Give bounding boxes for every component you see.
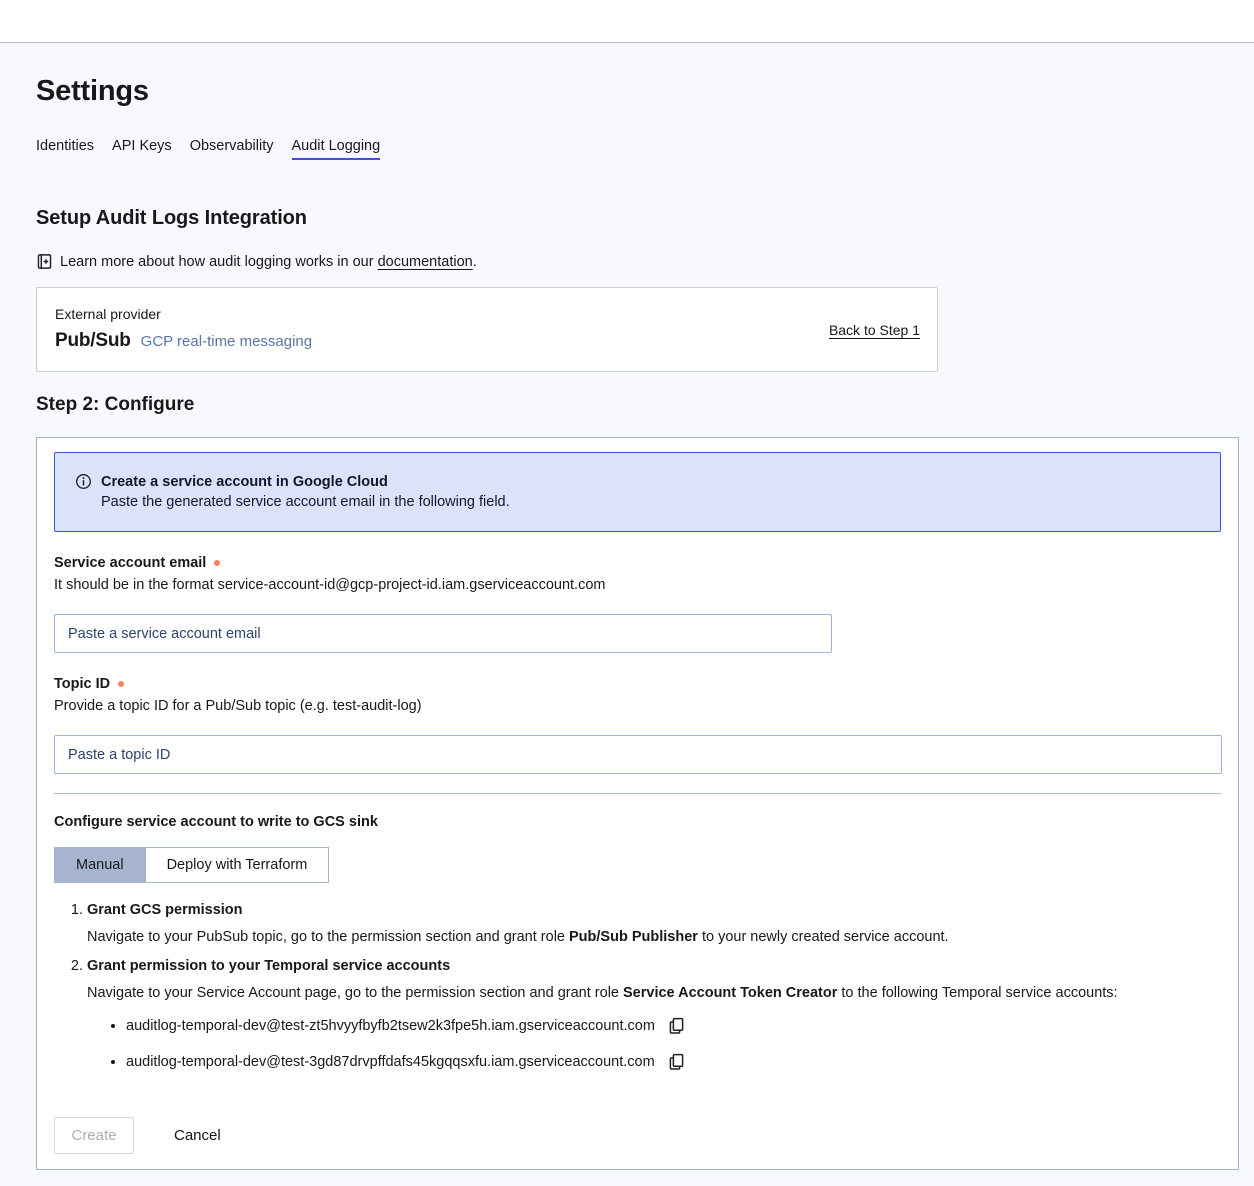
list-item: auditlog-temporal-dev@test-zt5hvyyfbyfb2… bbox=[126, 1016, 1221, 1036]
provider-name: Pub/Sub bbox=[55, 330, 131, 352]
external-provider-card: External provider Pub/Sub GCP real-time … bbox=[36, 287, 938, 372]
learn-more-text: Learn more about how audit logging works… bbox=[60, 254, 477, 270]
learn-more-row: Learn more about how audit logging works… bbox=[36, 253, 1254, 270]
temporal-service-accounts-list: auditlog-temporal-dev@test-zt5hvyyfbyfb2… bbox=[54, 1016, 1221, 1072]
topic-id-label-row: Topic ID bbox=[54, 675, 1221, 693]
tab-identities[interactable]: Identities bbox=[36, 138, 94, 160]
section-title: Setup Audit Logs Integration bbox=[36, 206, 1254, 231]
settings-tabs: Identities API Keys Observability Audit … bbox=[36, 138, 1254, 160]
create-button[interactable]: Create bbox=[54, 1117, 134, 1154]
provider-name-row: Pub/Sub GCP real-time messaging bbox=[55, 330, 919, 352]
step-2-item-title: Grant permission to your Temporal servic… bbox=[87, 956, 1221, 976]
step-1-body: Navigate to your PubSub topic, go to the… bbox=[87, 927, 1221, 947]
service-account-email-input[interactable] bbox=[54, 614, 832, 653]
deploy-method-tabs: Manual Deploy with Terraform bbox=[54, 847, 329, 883]
step-2-configure-card: Create a service account in Google Cloud… bbox=[36, 437, 1239, 1170]
service-account-email: auditlog-temporal-dev@test-zt5hvyyfbyfb2… bbox=[126, 1016, 655, 1036]
info-alert: Create a service account in Google Cloud… bbox=[54, 452, 1221, 532]
tab-audit-logging[interactable]: Audit Logging bbox=[292, 138, 381, 160]
service-account-email: auditlog-temporal-dev@test-3gd87drvpffda… bbox=[126, 1052, 655, 1072]
step-1-title: Grant GCS permission bbox=[87, 900, 1221, 920]
tab-manual[interactable]: Manual bbox=[55, 848, 145, 882]
topic-id-label: Topic ID bbox=[54, 675, 110, 693]
list-item: auditlog-temporal-dev@test-3gd87drvpffda… bbox=[126, 1052, 1221, 1072]
configure-gcs-heading: Configure service account to write to GC… bbox=[54, 813, 1221, 832]
info-alert-title: Create a service account in Google Cloud bbox=[101, 472, 510, 492]
back-to-step-1-link[interactable]: Back to Step 1 bbox=[829, 322, 920, 338]
tab-observability[interactable]: Observability bbox=[190, 138, 274, 160]
list-item: Grant permission to your Temporal servic… bbox=[87, 956, 1221, 1003]
tab-api-keys[interactable]: API Keys bbox=[112, 138, 172, 160]
copy-button[interactable] bbox=[668, 1017, 685, 1035]
provider-description: GCP real-time messaging bbox=[141, 333, 312, 350]
service-account-email-helper: It should be in the format service-accou… bbox=[54, 576, 1221, 595]
provider-label: External provider bbox=[55, 305, 919, 323]
section-divider bbox=[54, 793, 1221, 794]
info-circle-icon bbox=[75, 473, 92, 495]
cancel-button[interactable]: Cancel bbox=[168, 1126, 227, 1145]
tab-deploy-with-terraform[interactable]: Deploy with Terraform bbox=[145, 848, 329, 882]
top-bar bbox=[0, 0, 1254, 43]
list-item: Grant GCS permission Navigate to your Pu… bbox=[87, 900, 1221, 947]
required-dot-icon bbox=[118, 681, 124, 687]
service-account-email-label-row: Service account email bbox=[54, 554, 1221, 572]
info-alert-text: Create a service account in Google Cloud… bbox=[101, 472, 510, 512]
step-2-title: Step 2: Configure bbox=[36, 393, 1254, 417]
topic-id-input[interactable] bbox=[54, 735, 1222, 774]
page-title: Settings bbox=[36, 73, 1254, 109]
copy-button[interactable] bbox=[668, 1053, 685, 1071]
form-actions: Create Cancel bbox=[54, 1117, 1221, 1154]
info-alert-body: Paste the generated service account emai… bbox=[101, 492, 510, 512]
step-2-item-body: Navigate to your Service Account page, g… bbox=[87, 983, 1221, 1003]
manual-steps-list: Grant GCS permission Navigate to your Pu… bbox=[54, 900, 1221, 1003]
documentation-link[interactable]: documentation bbox=[378, 254, 473, 270]
service-account-email-label: Service account email bbox=[54, 554, 206, 572]
book-icon bbox=[36, 253, 53, 270]
topic-id-helper: Provide a topic ID for a Pub/Sub topic (… bbox=[54, 697, 1221, 716]
settings-page: Settings Identities API Keys Observabili… bbox=[0, 73, 1254, 1170]
required-dot-icon bbox=[214, 560, 220, 566]
